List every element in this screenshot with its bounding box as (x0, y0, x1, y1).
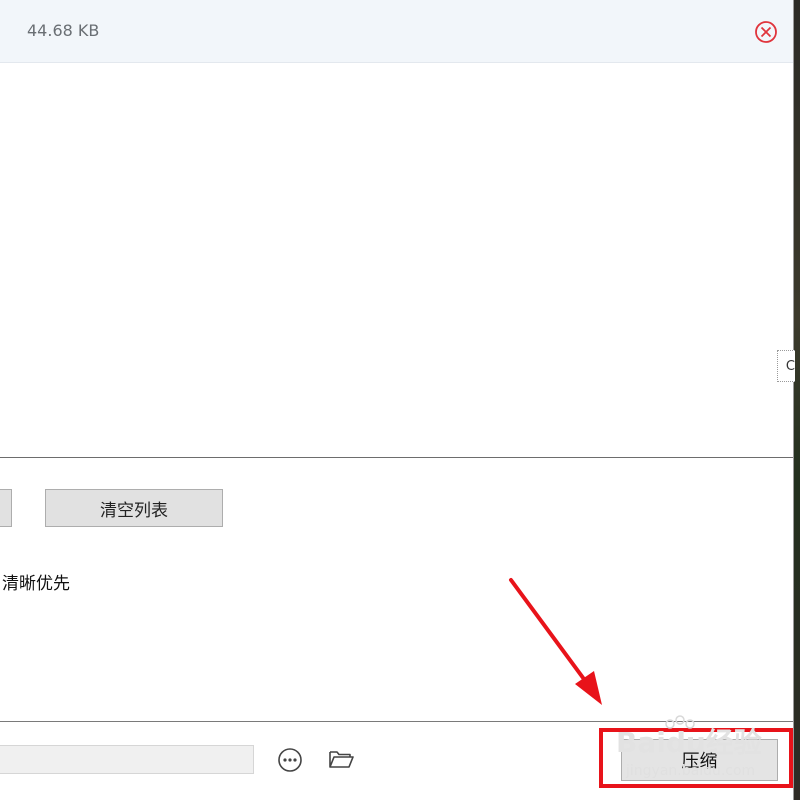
desktop-background-strip (794, 0, 800, 800)
clear-list-button[interactable]: 清空列表 (45, 489, 223, 527)
file-size: 44.68 KB (27, 21, 100, 40)
remove-file-icon[interactable] (754, 20, 778, 44)
compressor-window: 44.68 KB 清空列表 清晰优先 压缩 C (0, 0, 795, 800)
section-divider (0, 457, 793, 458)
quality-priority-option[interactable]: 清晰优先 (2, 569, 70, 594)
add-files-button[interactable] (0, 489, 12, 527)
output-path-input[interactable] (0, 745, 254, 774)
compress-button[interactable]: 压缩 (621, 739, 778, 781)
file-list-area[interactable] (0, 63, 793, 457)
more-options-icon[interactable] (277, 747, 303, 773)
side-panel-tab[interactable]: C (777, 350, 795, 382)
file-list-row[interactable]: 44.68 KB (0, 0, 793, 63)
open-folder-icon[interactable] (328, 747, 354, 771)
